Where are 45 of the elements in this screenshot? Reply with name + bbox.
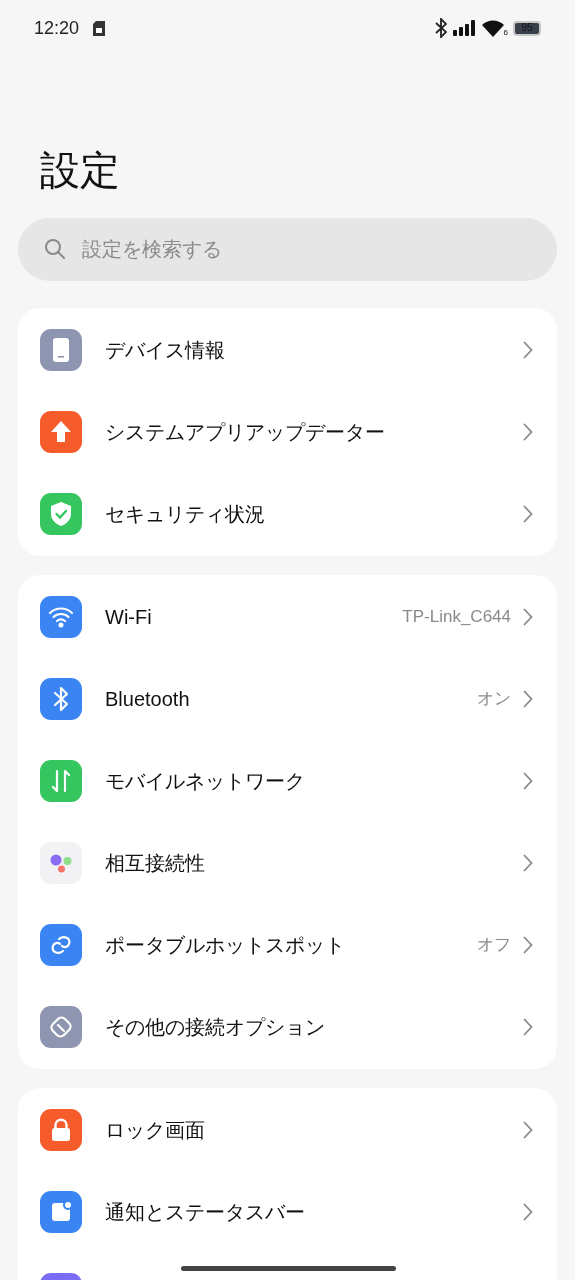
- item-label: 相互接続性: [105, 851, 206, 876]
- chevron-icon: [523, 936, 533, 954]
- settings-item[interactable]: Bluetooth オン: [18, 658, 557, 740]
- chevron-icon: [523, 1203, 533, 1221]
- item-value: オン: [477, 688, 511, 711]
- settings-item[interactable]: Wi-Fi TP-Link_C644: [18, 576, 557, 658]
- search-field[interactable]: 設定を検索する: [18, 218, 557, 281]
- chevron-icon: [523, 505, 533, 523]
- item-label: セキュリティ状況: [105, 502, 266, 527]
- chevron-icon: [523, 341, 533, 359]
- item-label: Bluetooth: [105, 687, 191, 712]
- item-label: 通知とステータスバー: [105, 1200, 306, 1225]
- settings-item[interactable]: システムアプリアップデーター: [18, 391, 557, 473]
- settings-item[interactable]: デバイス情報: [18, 309, 557, 391]
- signal-icon: [452, 20, 477, 36]
- item-label: デバイス情報: [105, 338, 226, 363]
- item-label: その他の接続オプション: [105, 1015, 326, 1040]
- settings-item[interactable]: 相互接続性: [18, 822, 557, 904]
- chevron-icon: [523, 854, 533, 872]
- settings-item[interactable]: ロック画面: [18, 1089, 557, 1171]
- item-label: モバイルネットワーク: [105, 769, 306, 794]
- status-time: 12:20: [34, 16, 80, 40]
- bluetooth-icon: [434, 18, 447, 38]
- settings-item[interactable]: その他の接続オプション: [18, 986, 557, 1068]
- wifi-icon: [481, 19, 504, 37]
- wifi-number: 6: [503, 28, 508, 37]
- search-icon: [44, 238, 66, 260]
- chevron-icon: [523, 772, 533, 790]
- settings-item[interactable]: モバイルネットワーク: [18, 740, 557, 822]
- item-label: Wi-Fi: [105, 605, 153, 630]
- item-value: TP-Link_C644: [402, 606, 511, 629]
- chevron-icon: [523, 1121, 533, 1139]
- chevron-icon: [523, 690, 533, 708]
- settings-item[interactable]: 通知とステータスバー: [18, 1171, 557, 1253]
- item-label: ロック画面: [105, 1118, 206, 1143]
- sim-card-icon: [93, 20, 106, 36]
- page-title: 設定: [40, 147, 121, 194]
- item-value: オフ: [477, 934, 511, 957]
- chevron-icon: [523, 423, 533, 441]
- chevron-icon: [523, 1018, 533, 1036]
- chevron-icon: [523, 608, 533, 626]
- settings-item[interactable]: セキュリティ状況: [18, 473, 557, 555]
- item-label: システムアプリアップデーター: [105, 420, 386, 445]
- item-label: ポータブルホットスポット: [105, 933, 346, 958]
- settings-item[interactable]: ポータブルホットスポット オフ: [18, 904, 557, 986]
